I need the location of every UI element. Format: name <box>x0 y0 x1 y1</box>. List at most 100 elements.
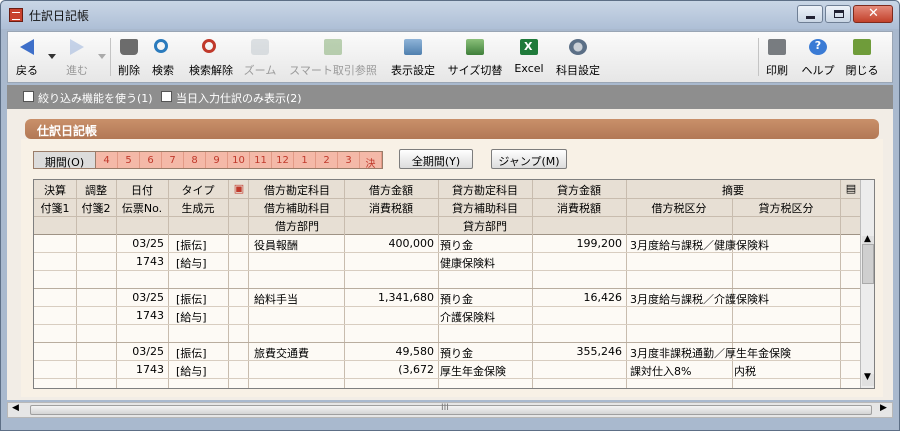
main-area: 仕訳日記帳 期間(O) 4 5 6 7 8 9 10 11 12 1 2 3 決… <box>7 109 893 400</box>
smart-transaction-button[interactable]: スマート取引参照 <box>284 34 382 80</box>
horizontal-scrollbar[interactable]: ◀ III ▶ <box>7 402 893 418</box>
trash-icon <box>120 39 138 55</box>
display-settings-label: 表示設定 <box>391 64 435 77</box>
row-date: 03/25 <box>132 291 164 304</box>
scroll-left-icon[interactable]: ◀ <box>12 403 19 413</box>
month-tab[interactable]: 7 <box>162 152 184 168</box>
print-button[interactable]: 印刷 <box>762 34 792 80</box>
forward-button[interactable]: 進む <box>60 34 94 80</box>
grid-line <box>626 180 627 388</box>
scroll-right-icon[interactable]: ▶ <box>880 403 887 413</box>
maximize-button[interactable] <box>825 5 851 23</box>
grid-line <box>438 180 439 388</box>
search-clear-button[interactable]: 検索解除 <box>184 34 238 80</box>
forward-label: 進む <box>66 64 88 77</box>
minimize-icon <box>806 16 815 19</box>
back-arrow-icon <box>20 39 34 55</box>
toolbar-separator <box>110 38 111 76</box>
today-only-checkbox[interactable] <box>161 91 172 102</box>
scroll-grip: III <box>441 403 449 413</box>
row-debit-amount: 1,341,680 <box>378 291 434 304</box>
size-toggle-label: サイズ切替 <box>447 64 503 77</box>
account-settings-label: 科目設定 <box>556 64 600 77</box>
excel-label: Excel <box>514 62 544 75</box>
col-fusen2: 付箋2 <box>81 202 111 215</box>
close-label: 閉じる <box>845 64 879 77</box>
period-selector: 期間(O) 4 5 6 7 8 9 10 11 12 1 2 3 決 <box>33 151 383 170</box>
row-credit-account: 預り金 <box>440 347 473 360</box>
row-debit-account: 役員報酬 <box>254 239 298 252</box>
vertical-scroll-thumb[interactable] <box>862 244 874 284</box>
display-settings-button[interactable]: 表示設定 <box>388 34 438 80</box>
forward-dropdown-icon[interactable] <box>98 54 106 59</box>
row-credit-sub: 介護保険料 <box>440 311 495 324</box>
month-tab[interactable]: 12 <box>272 152 294 168</box>
col-debit-account: 借方勘定科目 <box>264 184 330 197</box>
row-debit-tax-class: 課対仕入8% <box>630 365 692 378</box>
month-tab[interactable]: 6 <box>140 152 162 168</box>
row-voucher: 1743 <box>136 309 164 322</box>
month-tab[interactable]: 2 <box>316 152 338 168</box>
minimize-button[interactable] <box>797 5 823 23</box>
month-tab[interactable]: 9 <box>206 152 228 168</box>
column-settings-icon[interactable]: ▤ <box>844 182 858 195</box>
row-debit-tax: (3,672 <box>398 363 434 376</box>
month-tab[interactable]: 10 <box>228 152 250 168</box>
forward-arrow-icon <box>70 39 84 55</box>
grid-line <box>344 180 345 388</box>
excel-button[interactable]: Excel <box>510 34 548 80</box>
row-credit-sub: 健康保険料 <box>440 257 495 270</box>
month-tab-settlement[interactable]: 決 <box>360 152 382 170</box>
row-credit-account: 預り金 <box>440 293 473 306</box>
col-credit-account: 貸方勘定科目 <box>452 184 518 197</box>
all-period-button[interactable]: 全期間(Y) <box>399 149 473 169</box>
printer-icon <box>768 39 786 55</box>
row-type: [振伝] <box>176 347 207 360</box>
scroll-down-icon[interactable]: ▼ <box>862 372 874 386</box>
delete-button[interactable]: 削除 <box>114 34 144 80</box>
grid-line <box>76 180 77 388</box>
search-label: 検索 <box>152 64 174 77</box>
grid-line <box>228 180 229 388</box>
today-only-checkbox-label[interactable]: 当日入力仕訳のみ表示(2) <box>176 90 302 106</box>
row-credit-amount: 355,246 <box>576 345 623 358</box>
journal-panel: 期間(O) 4 5 6 7 8 9 10 11 12 1 2 3 決 全期間(Y… <box>21 139 883 397</box>
filter-checkbox-label[interactable]: 絞り込み機能を使う(1) <box>38 90 153 106</box>
search-clear-icon <box>202 39 216 53</box>
col-debit-dept: 借方部門 <box>275 220 319 233</box>
row-type: [振伝] <box>176 293 207 306</box>
zoom-button[interactable]: ズーム <box>242 34 278 80</box>
jump-button[interactable]: ジャンプ(M) <box>491 149 567 169</box>
col-fusen1: 付箋1 <box>40 202 70 215</box>
month-tab[interactable]: 1 <box>294 152 316 168</box>
grid-line <box>168 180 169 388</box>
panel-title: 仕訳日記帳 <box>25 119 879 139</box>
note-icon[interactable]: ▣ <box>230 182 248 195</box>
help-button[interactable]: ? ヘルプ <box>798 34 838 80</box>
month-tab[interactable]: 11 <box>250 152 272 168</box>
filter-checkbox[interactable] <box>23 91 34 102</box>
app-window: 仕訳日記帳 ✕ 戻る 進む 削除 検索 検索解除 ズーム スマート取引参照 表示… <box>0 0 900 431</box>
month-tab[interactable]: 3 <box>338 152 360 168</box>
row-date: 03/25 <box>132 237 164 250</box>
account-settings-button[interactable]: 科目設定 <box>552 34 604 80</box>
month-tab[interactable]: 5 <box>118 152 140 168</box>
horizontal-scroll-thumb[interactable]: III <box>30 403 872 415</box>
back-dropdown-icon[interactable] <box>48 54 56 59</box>
back-button[interactable]: 戻る <box>10 34 44 80</box>
close-window-button[interactable]: ✕ <box>853 5 893 23</box>
col-summary: 摘要 <box>722 184 744 197</box>
col-credit-amount: 貸方金額 <box>557 184 601 197</box>
vertical-scrollbar[interactable]: ▲ ▼ <box>860 180 874 388</box>
search-button[interactable]: 検索 <box>148 34 178 80</box>
delete-label: 削除 <box>118 64 140 77</box>
size-toggle-button[interactable]: サイズ切替 <box>444 34 506 80</box>
period-label[interactable]: 期間(O) <box>34 152 96 169</box>
close-button[interactable]: 閉じる <box>842 34 882 80</box>
col-voucher: 伝票No. <box>121 202 163 215</box>
month-tab[interactable]: 8 <box>184 152 206 168</box>
row-credit-account: 預り金 <box>440 239 473 252</box>
month-tab[interactable]: 4 <box>96 152 118 168</box>
row-voucher: 1743 <box>136 255 164 268</box>
size-toggle-icon <box>466 39 484 55</box>
